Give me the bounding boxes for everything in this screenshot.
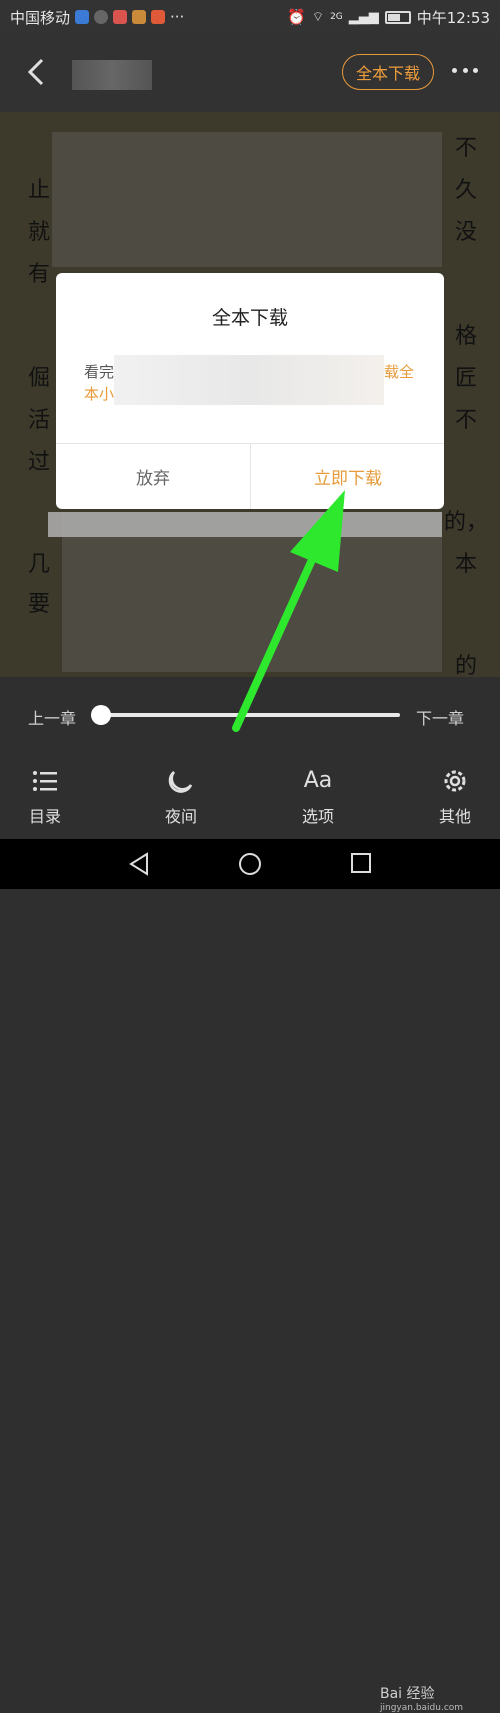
menu-item-label: 夜间 <box>164 807 197 826</box>
status-bar: 中国移动 ··· ⏰ ⌔ 2G ▂▄▆ 中午12:53 <box>0 0 500 34</box>
dialog-message-start: 看完 <box>84 363 115 381</box>
back-arrow-icon[interactable] <box>22 56 54 88</box>
system-nav-bar: Bai 经验 jingyan.baidu.com <box>0 839 500 1713</box>
shield-app-icon <box>75 10 90 24</box>
play-app-icon <box>94 10 109 24</box>
clock-label: 中午12:53 <box>416 8 490 27</box>
carrier-label: 中国移动 <box>10 8 71 27</box>
more-options-icon[interactable] <box>452 68 478 76</box>
menu-item-options[interactable]: Aa 选项 <box>278 767 358 827</box>
menu-item-label: 目录 <box>28 807 61 826</box>
menu-item-night[interactable]: 夜间 <box>141 767 221 827</box>
book-title-blurred <box>72 60 152 90</box>
reader-bottom-menu: 目录 夜间 Aa 选项 其他 <box>0 757 500 839</box>
text-fragment: 要 <box>28 592 51 617</box>
full-download-dialog: 全本下载 看完 载全 本小 放弃 立即下载 <box>56 273 444 509</box>
reader-top-bar: 全本下载 <box>0 34 500 112</box>
bear-app-icon <box>132 10 147 24</box>
menu-item-other[interactable]: 其他 <box>415 767 495 827</box>
watermark-url: jingyan.baidu.com <box>380 1703 464 1713</box>
text-fragment: 倔 <box>28 366 51 391</box>
blurred-dialog-text <box>114 355 384 405</box>
menu-item-toc[interactable]: 目录 <box>5 767 85 827</box>
text-fragment: 不 <box>455 408 478 433</box>
text-fragment: 的 <box>455 654 478 679</box>
menu-item-label: 选项 <box>301 807 334 826</box>
dialog-title: 全本下载 <box>211 307 288 329</box>
text-fragment: 几 <box>28 552 51 577</box>
text-fragment: 有 <box>28 262 51 287</box>
music-app-icon <box>113 10 128 24</box>
record-app-icon <box>151 10 166 24</box>
text-fragment: 不 <box>455 136 478 161</box>
chapter-slider-track[interactable] <box>100 713 400 717</box>
home-circle-icon[interactable] <box>238 852 262 876</box>
dialog-message-accent: 载全 <box>383 363 414 381</box>
text-fragment: 的， <box>444 510 489 535</box>
alarm-icon: ⏰ <box>287 8 306 26</box>
blurred-text-line <box>48 512 442 537</box>
text-fragment: 没 <box>455 220 478 245</box>
wifi-icon: ⌔ <box>311 10 325 25</box>
blurred-text-block <box>52 132 442 267</box>
night-mode-icon <box>168 771 193 793</box>
text-fragment: 本 <box>455 552 478 577</box>
list-icon <box>33 771 57 791</box>
baidu-watermark: Bai 经验 jingyan.baidu.com <box>380 1683 463 1713</box>
text-fragment: 就 <box>28 220 51 245</box>
text-fragment: 止 <box>28 178 51 203</box>
next-chapter-link[interactable]: 下一章 <box>416 705 464 729</box>
more-notifications-icon: ··· <box>170 8 185 26</box>
previous-chapter-link[interactable]: 上一章 <box>28 705 76 729</box>
chapter-slider-thumb[interactable] <box>91 705 111 725</box>
recents-square-icon[interactable] <box>350 852 372 874</box>
network-type-label: 2G <box>330 12 343 22</box>
chapter-progress-bar: 上一章 下一章 <box>0 677 500 757</box>
gear-icon <box>444 770 466 792</box>
font-icon: Aa <box>303 768 333 793</box>
watermark-brand: Bai 经验 <box>380 1686 435 1702</box>
download-now-button[interactable]: 立即下载 <box>251 443 444 509</box>
back-triangle-icon[interactable] <box>128 852 150 876</box>
menu-item-label: 其他 <box>438 807 471 826</box>
text-fragment: 匠 <box>455 366 478 391</box>
battery-icon <box>384 10 411 24</box>
cancel-button[interactable]: 放弃 <box>56 443 250 509</box>
text-fragment: 活 <box>28 408 51 433</box>
signal-icon: ▂▄▆ <box>348 9 379 25</box>
text-fragment: 过 <box>28 450 51 475</box>
text-fragment: 久 <box>455 178 478 203</box>
text-fragment: 格 <box>455 324 478 349</box>
full-download-button[interactable]: 全本下载 <box>342 54 434 90</box>
